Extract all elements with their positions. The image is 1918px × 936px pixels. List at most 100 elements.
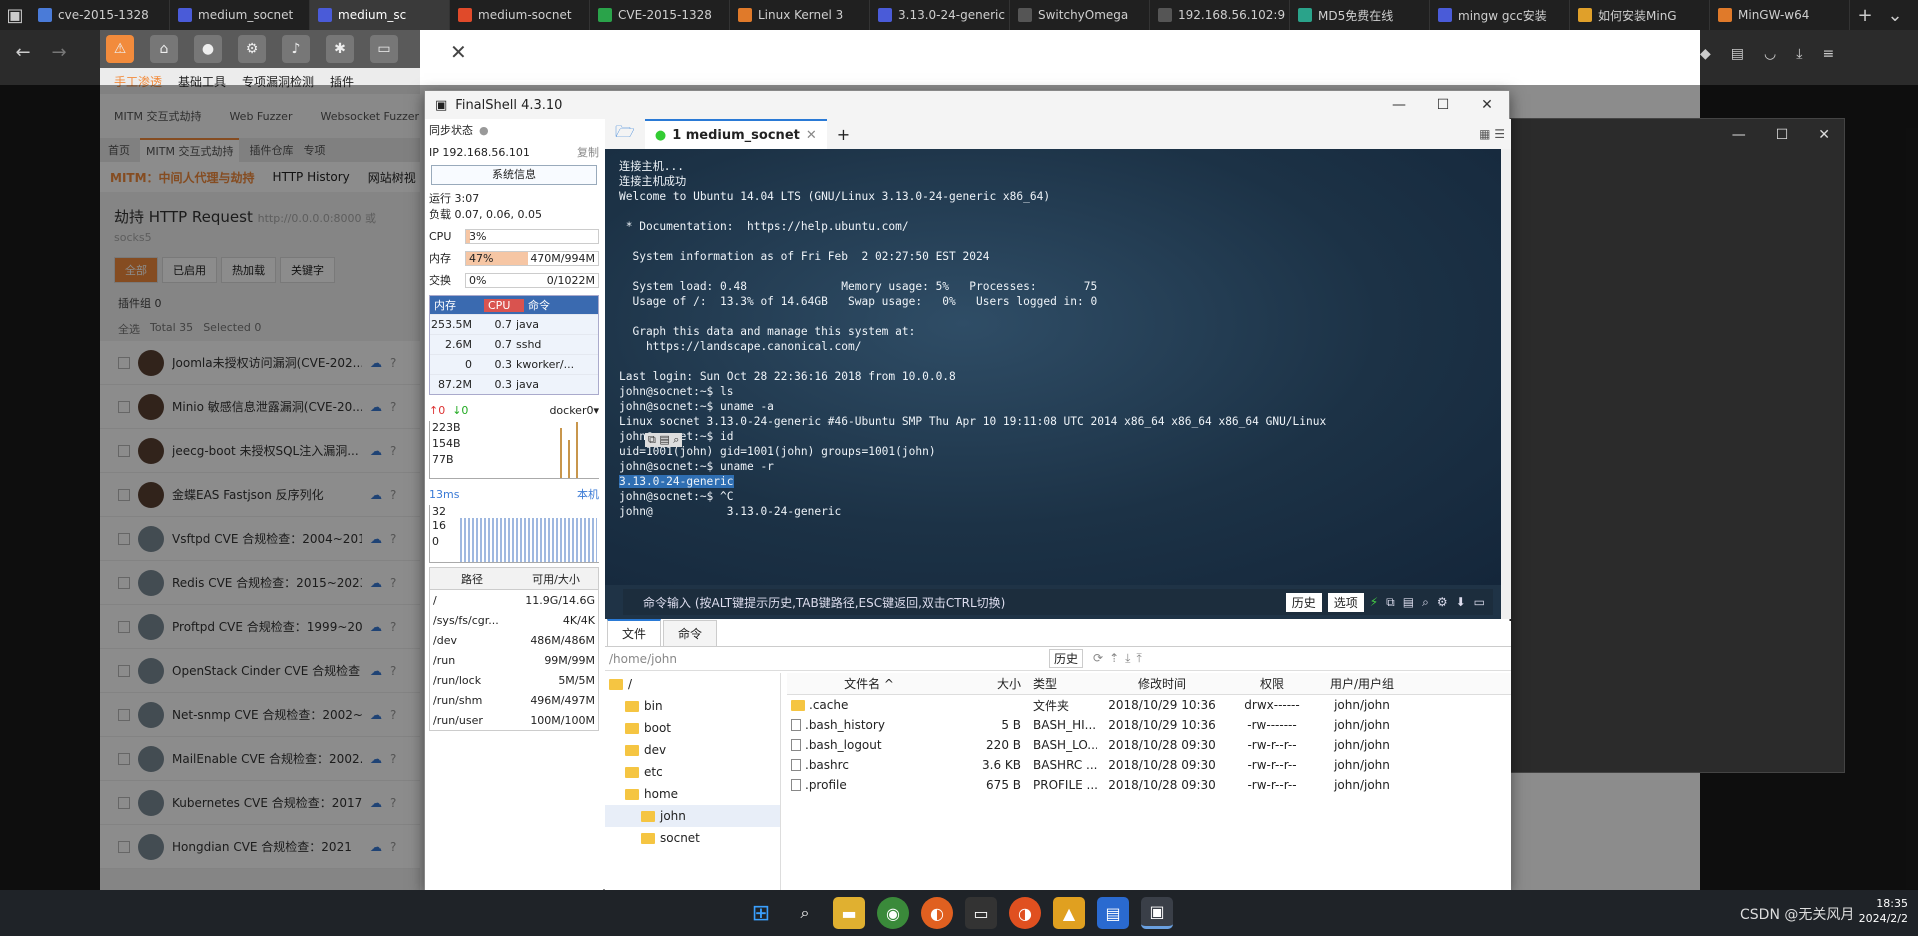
disk-row[interactable]: /run 99M/99M [430, 650, 598, 670]
close-icon[interactable]: ✕ [1465, 97, 1509, 113]
add-session-icon[interactable]: + [827, 125, 860, 144]
command-input[interactable]: 命令输入 (按ALT键提示历史,TAB键路径,ESC键返回,双击CTRL切换) [643, 594, 1005, 611]
lightning-icon[interactable]: ⚡ [1370, 595, 1378, 609]
tab-actions-icon[interactable]: ▣ [0, 5, 30, 26]
pocket-icon[interactable]: ◡ [1764, 46, 1776, 62]
bell-icon[interactable]: ♪ [282, 35, 310, 63]
layout-grid-icon[interactable]: ▦ ☰ [1479, 127, 1511, 141]
terminal-icon[interactable]: ▭ [370, 35, 398, 63]
browser-tab[interactable]: Linux Kernel 3 [730, 0, 870, 30]
file-col-header[interactable]: 文件名 ^ [787, 675, 947, 692]
terminal-icon[interactable]: ▭ [965, 897, 997, 929]
tree-node[interactable]: bin [605, 695, 780, 717]
sysinfo-button[interactable]: 系统信息 [431, 165, 597, 185]
process-row[interactable]: 253.5M 0.7 java [430, 314, 598, 334]
browser-tab[interactable]: MD5免费在线 [1290, 0, 1430, 30]
settings-icon[interactable]: ⚙ [238, 35, 266, 63]
tab-commands[interactable]: 命令 [663, 620, 718, 646]
home-icon[interactable]: ⌂ [150, 35, 178, 63]
firefox-dev-icon[interactable]: ◑ [1009, 897, 1041, 929]
tree-node[interactable]: john [605, 805, 780, 827]
browser-tab[interactable]: medium-socnet [450, 0, 590, 30]
process-row[interactable]: 2.6M 0.7 sshd [430, 334, 598, 354]
search-icon[interactable]: ⌕ [673, 433, 679, 446]
col-path[interactable]: 路径 [430, 571, 514, 587]
path-input[interactable]: /home/john [609, 652, 1049, 666]
finalshell-taskbar-icon[interactable]: ▣ [1141, 897, 1173, 929]
search-icon[interactable]: ⌕ [789, 897, 821, 929]
close-icon[interactable]: ✕ [806, 128, 817, 143]
net-interface-select[interactable]: docker0 [549, 404, 593, 417]
start-icon[interactable]: ⊞ [745, 897, 777, 929]
file-row[interactable]: .cache 文件夹 2018/10/29 10:36 drwx------ john/… [787, 695, 1511, 715]
tree-node[interactable]: / [605, 673, 780, 695]
col-size[interactable]: 可用/大小 [514, 571, 598, 587]
disk-row[interactable]: / 11.9G/14.6G [430, 590, 598, 610]
browser-tab[interactable]: cve-2015-1328 [30, 0, 170, 30]
disk-row[interactable]: /sys/fs/cgr... 4K/4K [430, 610, 598, 630]
copy-icon[interactable]: ⧉ [648, 433, 656, 446]
paste-icon[interactable]: ▤ [1403, 595, 1414, 609]
app-icon[interactable]: ▲ [1053, 897, 1085, 929]
firefox-icon[interactable]: ◐ [921, 897, 953, 929]
tab-files[interactable]: 文件 [607, 619, 662, 646]
maximize-icon[interactable]: ☐ [1421, 97, 1465, 113]
close-icon[interactable]: ✕ [1818, 127, 1830, 143]
minimize-icon[interactable]: — [1377, 97, 1421, 113]
browser-tab[interactable]: 3.13.0-24-generic [870, 0, 1010, 30]
extension-icon[interactable]: ◆ [1700, 46, 1711, 62]
disk-row[interactable]: /run/user 100M/100M [430, 710, 598, 730]
warning-icon[interactable]: ⚠ [106, 35, 134, 63]
collections-icon[interactable]: ▤ [1731, 46, 1744, 62]
terminal-screen[interactable]: 连接主机... 连接主机成功 Welcome to Ubuntu 14.04 LTS… [605, 149, 1501, 585]
paste-icon[interactable]: ▤ [659, 433, 669, 446]
disk-row[interactable]: /run/shm 496M/497M [430, 690, 598, 710]
file-col-header[interactable]: 类型 [1027, 675, 1097, 692]
file-col-header[interactable]: 大小 [947, 675, 1027, 692]
browser-tab[interactable]: 192.168.56.102:9 [1150, 0, 1290, 30]
process-row[interactable]: 87.2M 0.3 java [430, 374, 598, 394]
terminal-scrollbar[interactable] [1501, 149, 1511, 619]
file-explorer-icon[interactable]: ▬ [833, 897, 865, 929]
folder-open-icon[interactable]: 🗁 [605, 121, 645, 148]
tree-node[interactable]: etc [605, 761, 780, 783]
download-icon[interactable]: ⤓ [1796, 46, 1802, 62]
fullscreen-icon[interactable]: ▭ [1474, 595, 1485, 609]
bug-icon[interactable]: ✱ [326, 35, 354, 63]
minimize-icon[interactable]: — [1732, 127, 1746, 143]
file-row[interactable]: .bashrc 3.6 KB BASHRC ... 2018/10/28 09:30 -… [787, 755, 1511, 775]
session-tab[interactable]: ● 1 medium_socnet ✕ [644, 119, 827, 149]
browser-tab[interactable]: mingw gcc安装 [1430, 0, 1570, 30]
file-col-header[interactable]: 权限 [1227, 675, 1317, 692]
file-row[interactable]: .bash_history 5 B BASH_HI... 2018/10/29 10:… [787, 715, 1511, 735]
gear-icon[interactable]: ⚙ [1437, 595, 1448, 609]
copy-ip-button[interactable]: 复制 [577, 144, 599, 160]
file-row[interactable]: .profile 675 B PROFILE ... 2018/10/28 09:30… [787, 775, 1511, 795]
tree-node[interactable]: boot [605, 717, 780, 739]
scroll-down-icon[interactable]: ⬇ [1456, 595, 1466, 609]
browser-tab[interactable]: medium_socnet [170, 0, 310, 30]
close-icon[interactable]: ✕ [450, 40, 467, 64]
menu-icon[interactable]: ≡ [1822, 46, 1834, 62]
process-row[interactable]: 0 0.3 kworker/... [430, 354, 598, 374]
copy-icon[interactable]: ⧉ [1386, 595, 1395, 610]
ping-host[interactable]: 本机 [577, 486, 599, 502]
clock-date[interactable]: 2024/2/2 [1859, 911, 1908, 926]
back-icon[interactable]: ← [8, 42, 38, 63]
options-button[interactable]: 选项 [1327, 592, 1364, 612]
avatar-icon[interactable]: ● [194, 35, 222, 63]
browser-tab[interactable]: CVE-2015-1328 [590, 0, 730, 30]
up-icon[interactable]: ⇡ [1109, 651, 1125, 665]
tree-node[interactable]: socnet [605, 827, 780, 849]
browser-tab[interactable]: SwitchyOmega [1010, 0, 1150, 30]
browser-tab[interactable]: 如何安装MinG [1570, 0, 1710, 30]
search-icon[interactable]: ⌕ [1422, 595, 1429, 610]
file-col-header[interactable]: 用户/用户组 [1317, 675, 1407, 692]
path-history-button[interactable]: 历史 [1049, 649, 1084, 668]
file-row[interactable]: .bash_logout 220 B BASH_LO... 2018/10/28 09… [787, 735, 1511, 755]
col-cpu[interactable]: CPU [484, 298, 524, 312]
chevron-down-icon[interactable]: ▾ [593, 404, 599, 417]
browser-tab[interactable]: MinGW-w64 [1710, 0, 1850, 30]
tree-node[interactable]: home [605, 783, 780, 805]
maximize-icon[interactable]: ☐ [1776, 127, 1789, 143]
